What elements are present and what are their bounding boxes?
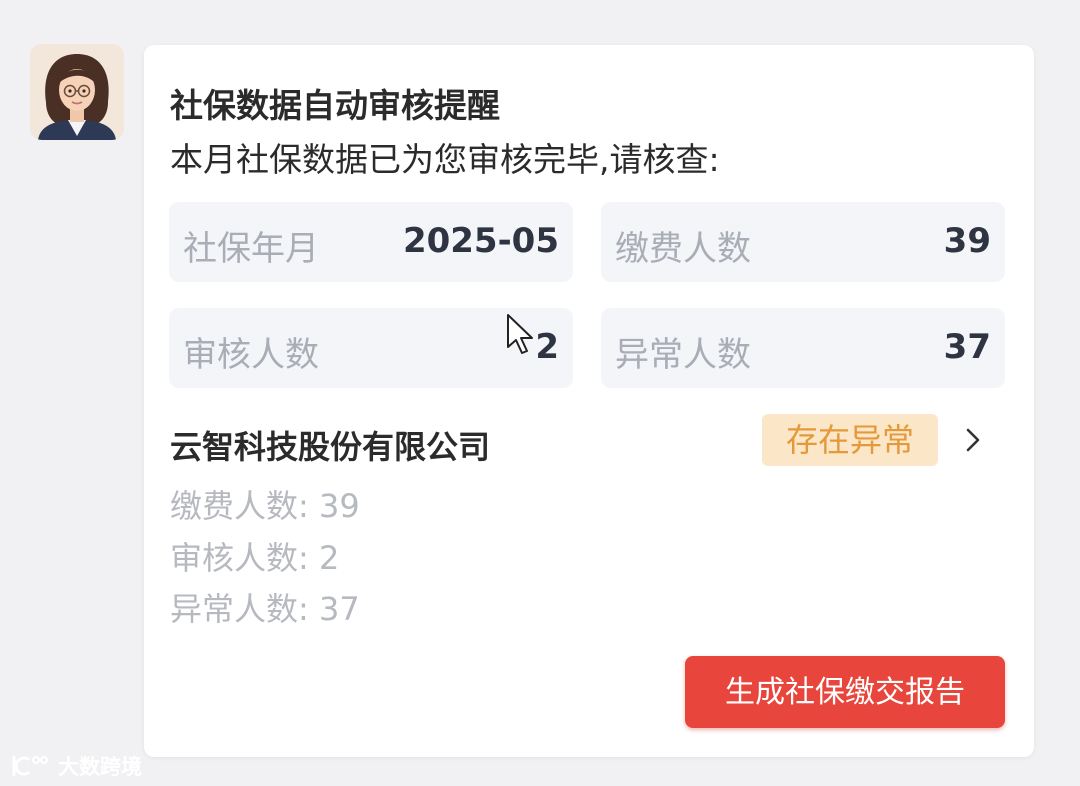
mouse-cursor-icon xyxy=(507,314,533,354)
generate-report-button[interactable]: 生成社保缴交报告 xyxy=(685,656,1005,728)
stat-label: 社保年月 xyxy=(183,229,319,269)
card-title: 社保数据自动审核提醒 xyxy=(170,86,500,125)
company-detail-paying: 缴费人数: 39 xyxy=(170,487,360,525)
chevron-right-icon[interactable] xyxy=(958,425,988,455)
assistant-avatar xyxy=(30,44,124,140)
status-badge: 存在异常 xyxy=(762,414,938,466)
watermark: 大数跨境 xyxy=(10,752,142,780)
company-detail-audited: 审核人数: 2 xyxy=(170,539,340,577)
watermark-text: 大数跨境 xyxy=(58,755,142,779)
stat-abnormal-count: 异常人数 37 xyxy=(601,308,1005,388)
company-detail-abnormal: 异常人数: 37 xyxy=(170,590,360,628)
card-subtitle: 本月社保数据已为您审核完毕,请核查: xyxy=(170,140,720,179)
stat-social-security-month: 社保年月 2025-05 xyxy=(169,202,573,282)
stat-value: 2 xyxy=(535,327,559,367)
notification-card: 社保数据自动审核提醒 本月社保数据已为您审核完毕,请核查: 社保年月 2025-… xyxy=(144,45,1034,757)
stat-label: 审核人数 xyxy=(183,335,319,375)
avatar-illustration-icon xyxy=(30,44,124,140)
stat-label: 缴费人数 xyxy=(615,229,751,269)
watermark-logo-icon xyxy=(12,755,48,777)
stat-paying-count: 缴费人数 39 xyxy=(601,202,1005,282)
stat-value: 39 xyxy=(943,221,991,261)
stat-value: 2025-05 xyxy=(402,221,559,261)
company-name[interactable]: 云智科技股份有限公司 xyxy=(170,422,490,468)
stat-value: 37 xyxy=(943,327,991,367)
stat-label: 异常人数 xyxy=(615,335,751,375)
